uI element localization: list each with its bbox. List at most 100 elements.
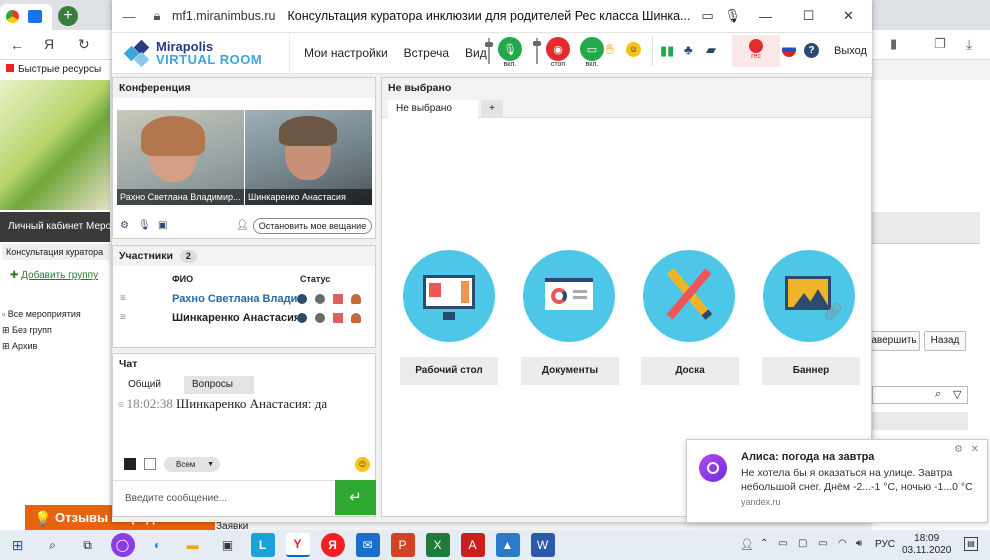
mail-taskbar-icon[interactable]: ✉ [355,533,380,557]
mic-indicator-icon[interactable]: 🎙︎ [723,8,743,24]
user-tray-icon[interactable]: 👤︎ [740,538,754,551]
word-icon[interactable]: W [530,533,555,557]
bookmark-label[interactable]: Быстрые ресурсы [18,64,101,75]
input-language[interactable]: РУС [875,539,895,550]
right-search-field[interactable]: ⌕ ▽ [872,386,968,404]
back-button[interactable]: Назад [924,331,966,351]
recipient-select[interactable]: Всем ▼ [164,457,220,472]
bookmark-icon[interactable]: ▮ [890,36,897,52]
store-icon[interactable]: ▣ [216,533,240,557]
volume-icon[interactable]: 🔊︎ [856,538,862,549]
help-icon[interactable]: ? [804,43,819,58]
alice-taskbar-icon[interactable]: ◯ [110,533,135,557]
task-view-icon[interactable]: ⧉ [76,533,100,557]
desktop-tile[interactable] [403,250,495,342]
pdf-icon[interactable]: A [460,533,485,557]
chat-tab-questions[interactable]: Вопросы [184,376,254,394]
add-tab-button[interactable]: + [481,100,503,118]
status-mic-icon[interactable] [297,312,307,323]
photos-icon[interactable]: ▲ [495,533,520,557]
tray-chevron-icon[interactable]: ⌃ [760,538,768,549]
participant-row[interactable]: ≡ Шинкаренко Анастасия [120,308,372,327]
screen-toggle[interactable]: ▭ вкл. [580,37,604,68]
camera-tray-icon[interactable]: ▭ [778,538,787,549]
download-icon[interactable]: ⤓ [966,36,972,53]
camera-indicator-icon[interactable]: ▭ [693,8,723,24]
whiteboard-button[interactable]: Доска [641,357,739,385]
menu-my-settings[interactable]: Мои настройки [296,46,396,60]
desktop-button[interactable]: Рабочий стол [400,357,498,385]
drag-handle-icon[interactable]: ≡ [120,312,172,323]
network-icon[interactable]: ♣ [684,42,693,57]
minimize-window-icon[interactable]: — [120,7,138,25]
status-mic-icon[interactable] [297,293,307,304]
left-nav[interactable]: Личный кабинет Меро [0,212,110,242]
edge-icon[interactable]: ◐ [146,533,170,557]
maximize-button[interactable]: ☐ [789,8,829,24]
add-group-link[interactable]: ✚ Добавить группу [10,270,98,281]
back-icon[interactable]: ← [10,37,24,53]
wifi-icon[interactable]: ◠ [838,538,847,549]
camera-toggle[interactable]: ◉ стоп [546,37,570,68]
letter-l-icon[interactable]: L [250,533,275,557]
reload-icon[interactable]: ↻ [78,36,90,53]
exit-button[interactable]: Выход [834,45,867,57]
banner-tile[interactable]: 🔗︎ [763,250,855,342]
documents-tile[interactable] [523,250,615,342]
conference-settings-icon[interactable]: ⚙ [120,220,129,231]
excel-icon[interactable]: X [425,533,450,557]
raise-hand-icon[interactable]: ✋︎ [606,41,614,58]
drag-handle-icon[interactable]: ≡ [120,293,172,304]
language-flag-icon[interactable] [782,43,796,57]
status-role-icon[interactable] [351,312,361,323]
notification-close-icon[interactable]: ✕ [971,444,979,455]
video-tile-1[interactable]: Рахно Светлана Владимир... [117,110,244,205]
background-color-icon[interactable] [144,458,156,470]
whiteboard-tile[interactable] [643,250,735,342]
close-button[interactable]: ✕ [829,8,869,24]
clock[interactable]: 18:09 03.11.2020 [902,533,951,557]
yandex-icon[interactable]: Я [44,36,54,52]
record-button[interactable]: rec [732,35,780,67]
search-icon[interactable]: ⌕ [935,388,941,401]
notification-settings-icon[interactable]: ⚙ [954,444,963,455]
file-explorer-icon[interactable]: ▬ [181,533,205,557]
status-role-icon[interactable] [351,293,361,304]
search-icon[interactable]: ⌕ [41,533,65,557]
banner-button[interactable]: Баннер [762,357,860,385]
windows-start-icon[interactable]: ⊞ [6,533,30,557]
minimize-button[interactable]: — [743,9,789,24]
conference-camera-icon[interactable]: ▣ [158,220,167,231]
poll-chart-icon[interactable]: ▮▮ [660,43,674,59]
status-camera-icon[interactable] [315,312,325,323]
emoji-icon[interactable]: ☺ [626,42,641,57]
send-button[interactable]: ↵ [335,480,376,515]
emoji-picker-icon[interactable]: ☺ [355,457,370,472]
powerpoint-icon[interactable]: P [390,533,415,557]
tree-item[interactable]: ▫ Все мероприятия [2,306,81,322]
folder-icon[interactable]: ▰ [706,42,716,58]
status-camera-icon[interactable] [315,293,325,304]
content-tab[interactable]: Не выбрано [388,100,478,118]
mic-toggle[interactable]: 🎙︎ вкл. [498,37,522,68]
tree-item[interactable]: ⊞ Архив [2,338,81,354]
video-tile-2[interactable]: Шинкаренко Анастасия [245,110,372,205]
participant-row[interactable]: ≡ Рахно Светлана Владимиро... [120,289,372,308]
notification-center-icon[interactable]: ▤ [964,537,978,551]
menu-meeting[interactable]: Встреча [396,46,457,60]
display-tray-icon[interactable]: ▢ [798,538,807,549]
text-color-icon[interactable] [124,458,136,470]
battery-icon[interactable]: ▭ [818,538,827,549]
background-tab[interactable] [0,4,52,30]
conference-mic-icon[interactable]: 🎙︎ [138,220,151,231]
speaker-level-slider[interactable] [532,38,542,64]
documents-button[interactable]: Документы [521,357,619,385]
finish-button[interactable]: авершить [868,331,920,351]
collections-icon[interactable]: ❐ [934,36,946,52]
chat-input[interactable]: Введите сообщение... [113,480,335,515]
yandex-icon[interactable]: Я [320,533,345,557]
stop-broadcast-button[interactable]: Остановить мое вещание [253,218,372,234]
mic-level-slider[interactable] [484,38,494,64]
alice-notification[interactable]: Алиса: погода на завтра Не хотела бы я о… [686,439,988,523]
yandex-browser-icon[interactable]: Y [285,533,310,557]
